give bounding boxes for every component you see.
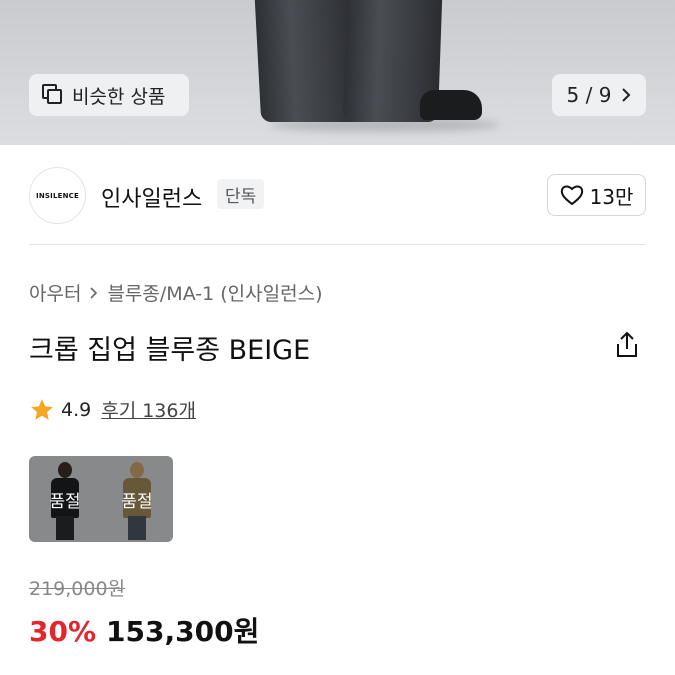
breadcrumb-category[interactable]: 아우터 bbox=[29, 279, 81, 306]
breadcrumb: 아우터 블루종/MA-1 (인사일런스) bbox=[29, 279, 322, 306]
soldout-label: 품절 bbox=[121, 491, 153, 512]
chevron-right-icon bbox=[622, 88, 631, 102]
brand-row: INSILENCE 인사일런스 단독 13만 bbox=[0, 145, 675, 245]
brand-logo[interactable]: INSILENCE bbox=[29, 167, 86, 224]
soldout-label: 품절 bbox=[49, 491, 81, 512]
price-row: 30% 153,300원 bbox=[29, 610, 259, 650]
color-option-black[interactable]: 품절 bbox=[29, 456, 101, 542]
shoe bbox=[420, 90, 482, 120]
sale-price: 153,300원 bbox=[106, 615, 260, 648]
similar-items-icon bbox=[42, 84, 64, 106]
color-options: 품절 품절 bbox=[29, 456, 173, 542]
discount-rate: 30% bbox=[29, 615, 97, 648]
product-title: 크롭 집업 블루종 BEIGE bbox=[29, 335, 311, 366]
soldout-overlay: 품절 bbox=[101, 456, 173, 542]
brand-logo-text: INSILENCE bbox=[36, 191, 79, 200]
original-price: 219,000원 bbox=[29, 578, 126, 600]
chevron-right-icon bbox=[90, 286, 98, 299]
heart-icon bbox=[560, 185, 583, 206]
like-button[interactable]: 13만 bbox=[547, 174, 646, 216]
exclusive-badge: 단독 bbox=[217, 179, 265, 209]
image-counter-text: 5 / 9 bbox=[566, 83, 612, 107]
rating-row: 4.9 후기 136개 bbox=[29, 396, 196, 423]
rating-score: 4.9 bbox=[61, 398, 92, 421]
breadcrumb-subcategory[interactable]: 블루종/MA-1 (인사일런스) bbox=[107, 279, 322, 306]
reviews-link[interactable]: 후기 136개 bbox=[101, 396, 196, 423]
like-count: 13만 bbox=[589, 184, 634, 209]
similar-products-button[interactable]: 비슷한 상품 bbox=[29, 74, 189, 116]
product-image[interactable]: 비슷한 상품 5 / 9 bbox=[0, 0, 675, 145]
soldout-overlay: 품절 bbox=[29, 456, 101, 542]
share-icon[interactable] bbox=[613, 330, 641, 360]
star-icon bbox=[31, 398, 53, 420]
divider bbox=[29, 244, 646, 245]
brand-name[interactable]: 인사일런스 bbox=[101, 181, 202, 213]
similar-products-label: 비슷한 상품 bbox=[72, 85, 166, 108]
image-counter-button[interactable]: 5 / 9 bbox=[552, 74, 646, 116]
color-option-beige[interactable]: 품절 bbox=[101, 456, 173, 542]
